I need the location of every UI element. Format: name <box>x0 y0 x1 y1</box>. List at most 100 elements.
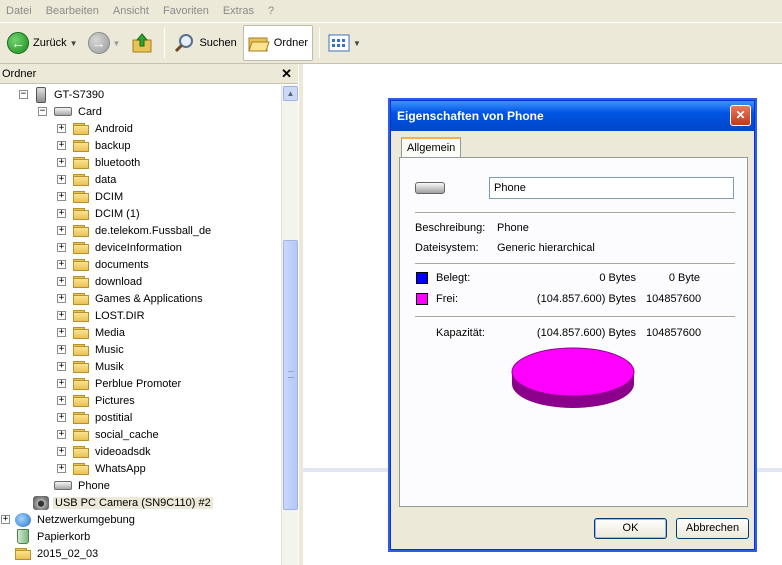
tree-item-card[interactable]: Card <box>54 103 104 120</box>
folder-icon <box>73 258 89 271</box>
tree-item-label: postitial <box>95 411 133 424</box>
tree-item-label: download <box>95 275 143 288</box>
tree-item-folder[interactable]: backup <box>73 137 132 154</box>
tree-item-folder[interactable]: Musik <box>73 358 126 375</box>
scroll-up-icon[interactable]: ▲ <box>283 86 298 101</box>
back-history-dropdown-icon[interactable]: ▼ <box>70 39 78 48</box>
expand-folder-icon[interactable]: + <box>57 175 66 184</box>
capacity-bytes: (104.857.600) Bytes <box>536 327 636 339</box>
tree-item-recycle-bin[interactable]: Papierkorb <box>17 528 92 545</box>
back-button[interactable]: ← Zurück ▼ <box>3 25 82 61</box>
tree-item-device[interactable]: GT-S7390 <box>36 86 106 103</box>
expand-folder-icon[interactable]: + <box>57 447 66 456</box>
properties-dialog: Eigenschaften von Phone ✕ Allgemein Besc… <box>390 100 755 550</box>
tree-item-folder[interactable]: videoadsdk <box>73 443 153 460</box>
folder-icon <box>73 377 89 390</box>
cancel-button[interactable]: Abbrechen <box>676 518 749 539</box>
menu-extras[interactable]: Extras <box>223 5 254 17</box>
expand-folder-icon[interactable]: + <box>57 141 66 150</box>
expand-folder-icon[interactable]: + <box>57 243 66 252</box>
views-dropdown-icon[interactable]: ▼ <box>353 39 361 48</box>
folder-icon <box>73 411 89 424</box>
divider <box>415 316 735 318</box>
ok-button[interactable]: OK <box>594 518 667 539</box>
expand-folder-icon[interactable]: + <box>57 226 66 235</box>
menu-favoriten[interactable]: Favoriten <box>163 5 209 17</box>
tree-item-label: Papierkorb <box>37 530 91 543</box>
tree-item-folder[interactable]: data <box>73 171 118 188</box>
forward-history-dropdown-icon[interactable]: ▼ <box>113 39 121 48</box>
expand-folder-icon[interactable]: + <box>57 362 66 371</box>
tree-scrollbar[interactable]: ▲ <box>281 85 298 565</box>
tree-item-folder[interactable]: Android <box>73 120 135 137</box>
tree-item-dated-folder[interactable]: 2015_02_03 <box>15 545 100 562</box>
search-button[interactable]: Suchen <box>169 25 240 61</box>
tree-item-folder[interactable]: download <box>73 273 144 290</box>
toolbar-separator <box>164 28 166 58</box>
tree-item-folder[interactable]: Pictures <box>73 392 137 409</box>
expand-folder-icon[interactable]: + <box>57 464 66 473</box>
menu-ansicht[interactable]: Ansicht <box>113 5 149 17</box>
expand-folder-icon[interactable]: + <box>57 345 66 354</box>
tree-item-folder[interactable]: documents <box>73 256 151 273</box>
folder-icon <box>73 292 89 305</box>
up-folder-button[interactable] <box>126 25 158 61</box>
tree-item-label: 2015_02_03 <box>37 547 99 560</box>
tree-item-folder[interactable]: Media <box>73 324 127 341</box>
expand-folder-icon[interactable]: + <box>57 430 66 439</box>
expand-folder-icon[interactable]: + <box>57 379 66 388</box>
search-icon <box>175 34 194 53</box>
expand-folder-icon[interactable]: + <box>57 277 66 286</box>
expand-network-icon[interactable]: + <box>1 515 10 524</box>
tree-item-folder[interactable]: Games & Applications <box>73 290 205 307</box>
folders-pane-title: Ordner <box>2 67 37 80</box>
expand-folder-icon[interactable]: + <box>57 192 66 201</box>
views-button[interactable]: ▼ <box>324 25 365 61</box>
dialog-close-button[interactable]: ✕ <box>730 105 751 126</box>
folders-button[interactable]: Ordner <box>242 25 314 61</box>
expand-folder-icon[interactable]: + <box>57 124 66 133</box>
menu-help[interactable]: ? <box>268 5 274 17</box>
menu-bearbeiten[interactable]: Bearbeiten <box>46 5 99 17</box>
tree-item-folder[interactable]: deviceInformation <box>73 239 184 256</box>
tree-item-folder[interactable]: Music <box>73 341 126 358</box>
menu-datei[interactable]: Datei <box>6 5 32 17</box>
tree-item-network[interactable]: Netzwerkumgebung <box>15 511 137 528</box>
free-bytes: (104.857.600) Bytes <box>536 293 636 305</box>
filesystem-label: Dateisystem: <box>415 242 479 254</box>
collapse-device-icon[interactable]: − <box>19 90 28 99</box>
folders-icon <box>248 37 270 52</box>
tree-item-folder[interactable]: DCIM <box>73 188 125 205</box>
tree-item-camera[interactable]: USB PC Camera (SN9C110) #2 <box>33 494 213 511</box>
tree-item-folder[interactable]: WhatsApp <box>73 460 148 477</box>
expand-folder-icon[interactable]: + <box>57 209 66 218</box>
tree-item-folder[interactable]: DCIM (1) <box>73 205 142 222</box>
scroll-thumb[interactable] <box>283 240 298 510</box>
expand-folder-icon[interactable]: + <box>57 328 66 337</box>
used-label: Belegt: <box>436 272 471 284</box>
forward-button[interactable]: → ▼ <box>84 25 125 61</box>
tab-panel-general: Beschreibung: Phone Dateisystem: Generic… <box>399 157 748 507</box>
tab-allgemein[interactable]: Allgemein <box>401 137 462 158</box>
tree-item-folder[interactable]: bluetooth <box>73 154 142 171</box>
tree-item-folder[interactable]: LOST.DIR <box>73 307 147 324</box>
tree-item-folder[interactable]: social_cache <box>73 426 161 443</box>
expand-folder-icon[interactable]: + <box>57 311 66 320</box>
tree-item-phone[interactable]: Phone <box>54 477 112 494</box>
tree-item-folder[interactable]: postitial <box>73 409 134 426</box>
device-name-field[interactable] <box>489 177 734 199</box>
folders-pane-header: Ordner ✕ <box>0 64 298 84</box>
expand-folder-icon[interactable]: + <box>57 396 66 405</box>
expand-folder-icon[interactable]: + <box>57 413 66 422</box>
expand-folder-icon[interactable]: + <box>57 294 66 303</box>
toolbar: ← Zurück ▼ → ▼ Suchen Ordner ▼ <box>0 22 782 64</box>
expand-folder-icon[interactable]: + <box>57 158 66 167</box>
collapse-card-icon[interactable]: − <box>38 107 47 116</box>
tree-item-label: social_cache <box>95 428 159 441</box>
tree-item-folder[interactable]: Perblue Promoter <box>73 375 183 392</box>
tree-item-folder[interactable]: de.telekom.Fussball_de <box>73 222 213 239</box>
folder-icon <box>73 394 89 407</box>
expand-folder-icon[interactable]: + <box>57 260 66 269</box>
close-pane-icon[interactable]: ✕ <box>281 66 292 82</box>
tree-item-label: Perblue Promoter <box>95 377 182 390</box>
